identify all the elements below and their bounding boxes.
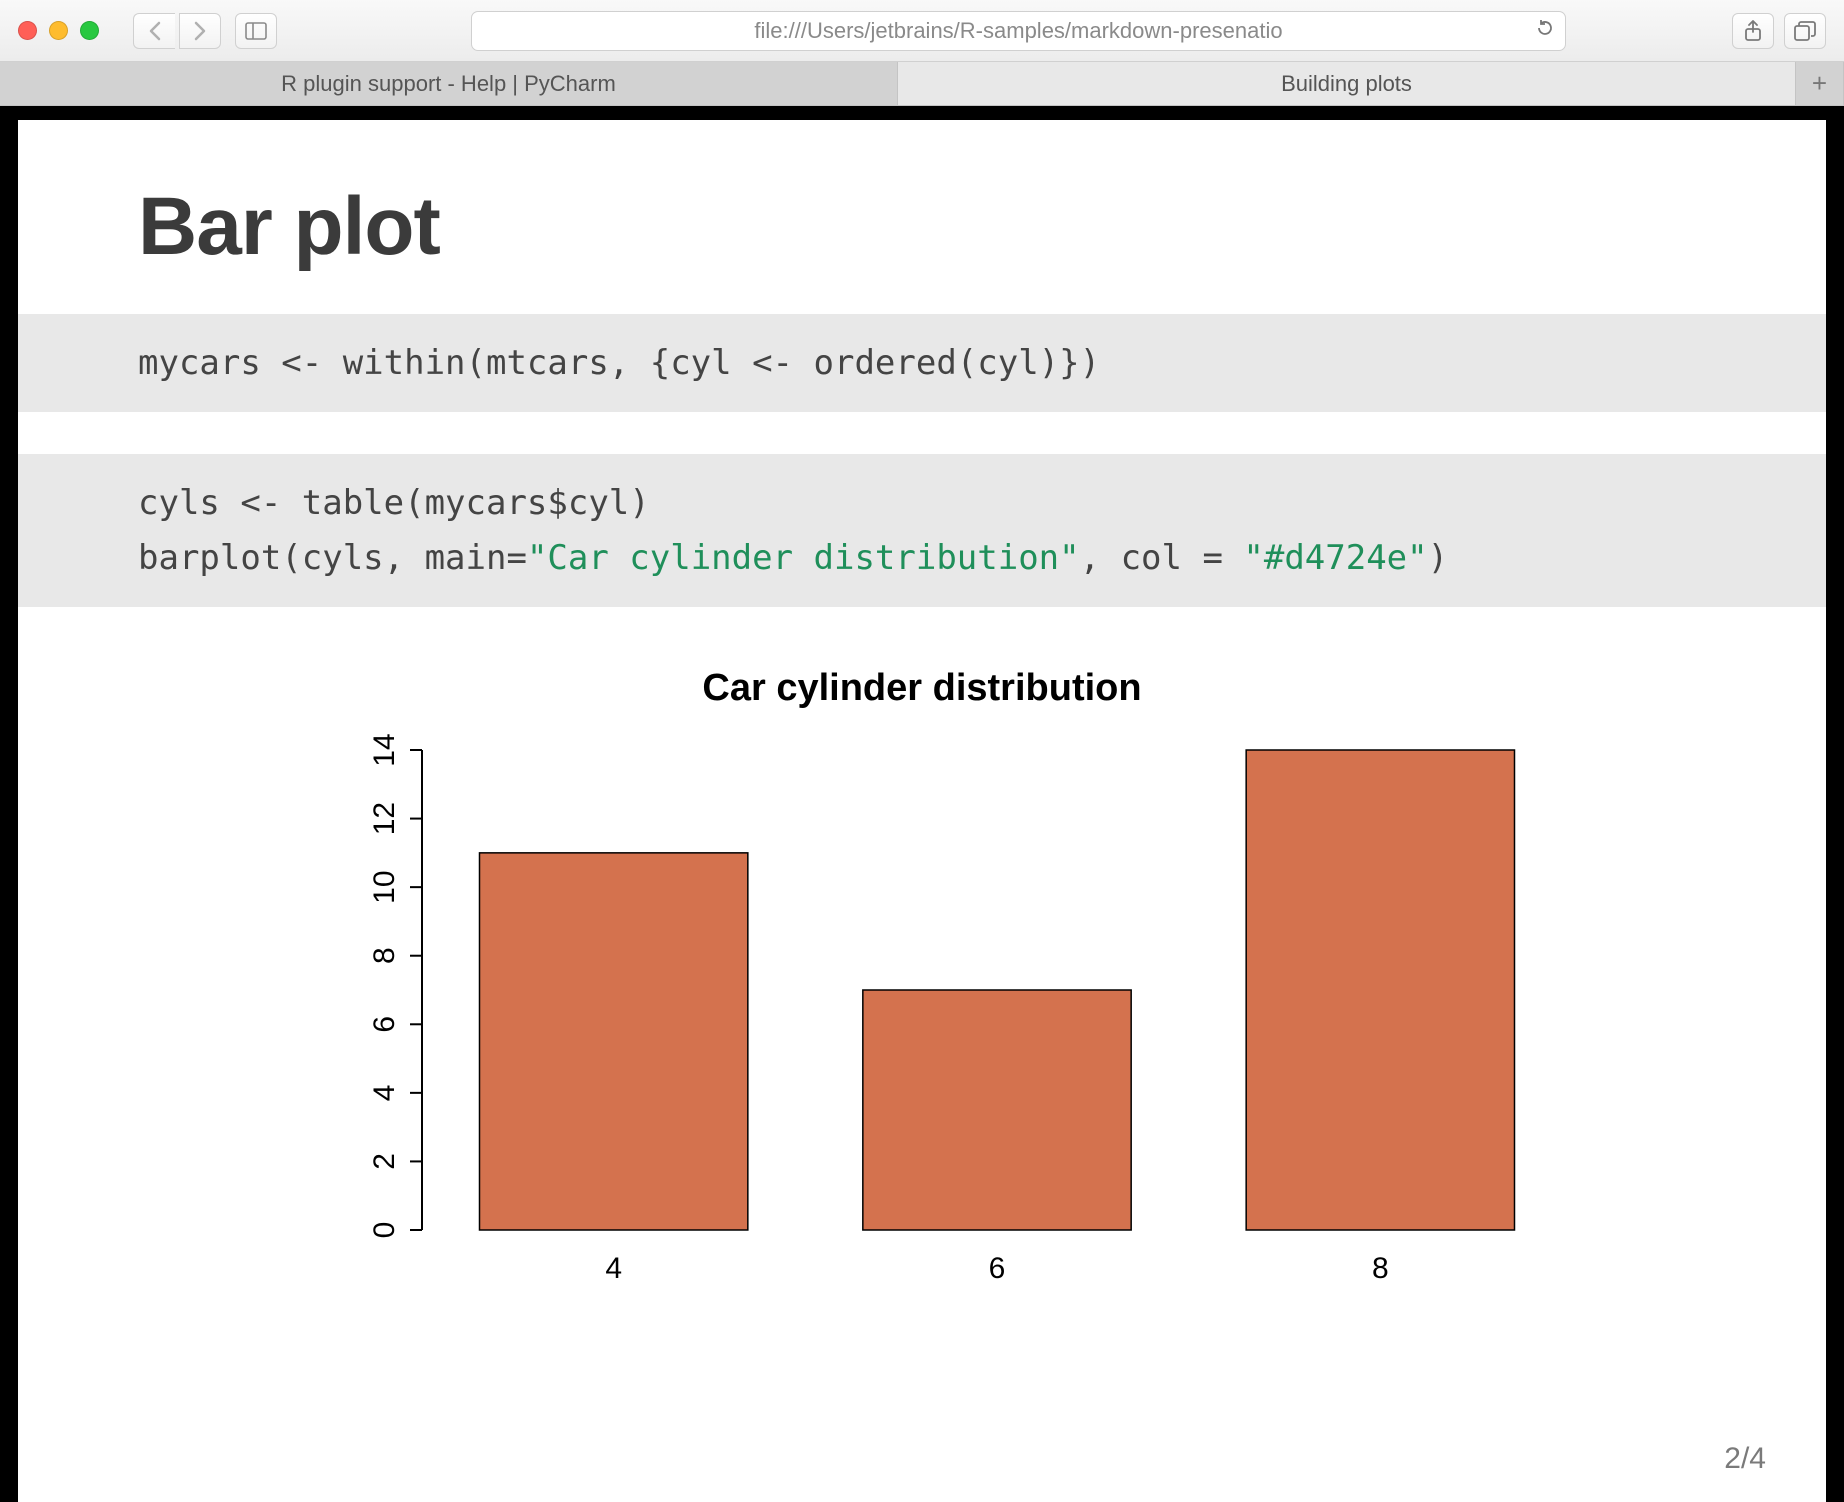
toolbar-right [1732,13,1826,49]
sidebar-toggle-button[interactable] [235,13,277,49]
back-button[interactable] [133,13,175,49]
svg-text:4: 4 [605,1252,622,1285]
code-string-literal: "#d4724e" [1243,538,1427,578]
tabs-overview-button[interactable] [1784,13,1826,49]
svg-text:12: 12 [368,802,401,835]
close-window-button[interactable] [18,21,37,40]
slide: Bar plot mycars <- within(mtcars, {cyl <… [18,120,1826,1502]
reload-icon[interactable] [1535,18,1555,44]
svg-text:10: 10 [368,871,401,904]
zoom-window-button[interactable] [80,21,99,40]
tab-r-plugin-support[interactable]: R plugin support - Help | PyCharm [0,62,898,105]
page-number: 2/4 [1724,1442,1766,1476]
tab-label: Building plots [1281,71,1412,97]
svg-text:8: 8 [368,948,401,965]
chart-container: Car cylinder distribution 0 2 4 6 8 10 12 14 4 6 8 [18,667,1826,1320]
code-string-literal: "Car cylinder distribution" [527,538,1080,578]
code-text-post: ) [1428,538,1448,578]
url-bar[interactable]: file:///Users/jetbrains/R-samples/markdo… [471,11,1566,51]
code-block-1: mycars <- within(mtcars, {cyl <- ordered… [18,314,1826,412]
tab-bar: R plugin support - Help | PyCharm Buildi… [0,62,1844,106]
chart-title: Car cylinder distribution [702,667,1141,710]
svg-text:6: 6 [368,1016,401,1033]
slide-title: Bar plot [18,180,1826,274]
window-controls [18,21,99,40]
svg-text:2: 2 [368,1153,401,1170]
url-text: file:///Users/jetbrains/R-samples/markdo… [754,18,1282,44]
bar-chart: 0 2 4 6 8 10 12 14 4 6 8 [222,730,1622,1320]
browser-chrome: file:///Users/jetbrains/R-samples/markdo… [0,0,1844,106]
svg-text:0: 0 [368,1222,401,1239]
new-tab-button[interactable]: + [1796,62,1844,105]
svg-text:8: 8 [1372,1252,1389,1285]
code-text: mycars <- within(mtcars, {cyl <- ordered… [138,343,1100,383]
code-block-2: cyls <- table(mycars$cyl) barplot(cyls, … [18,454,1826,607]
share-button[interactable] [1732,13,1774,49]
minimize-window-button[interactable] [49,21,68,40]
tab-label: R plugin support - Help | PyCharm [281,71,616,97]
content-stage: Bar plot mycars <- within(mtcars, {cyl <… [0,106,1844,1502]
svg-text:6: 6 [989,1252,1006,1285]
titlebar: file:///Users/jetbrains/R-samples/markdo… [0,0,1844,62]
forward-button[interactable] [179,13,221,49]
svg-text:14: 14 [368,733,401,766]
code-text-mid: , col = [1080,538,1244,578]
svg-text:4: 4 [368,1085,401,1102]
tab-building-plots[interactable]: Building plots [898,62,1796,105]
nav-buttons [133,13,221,49]
